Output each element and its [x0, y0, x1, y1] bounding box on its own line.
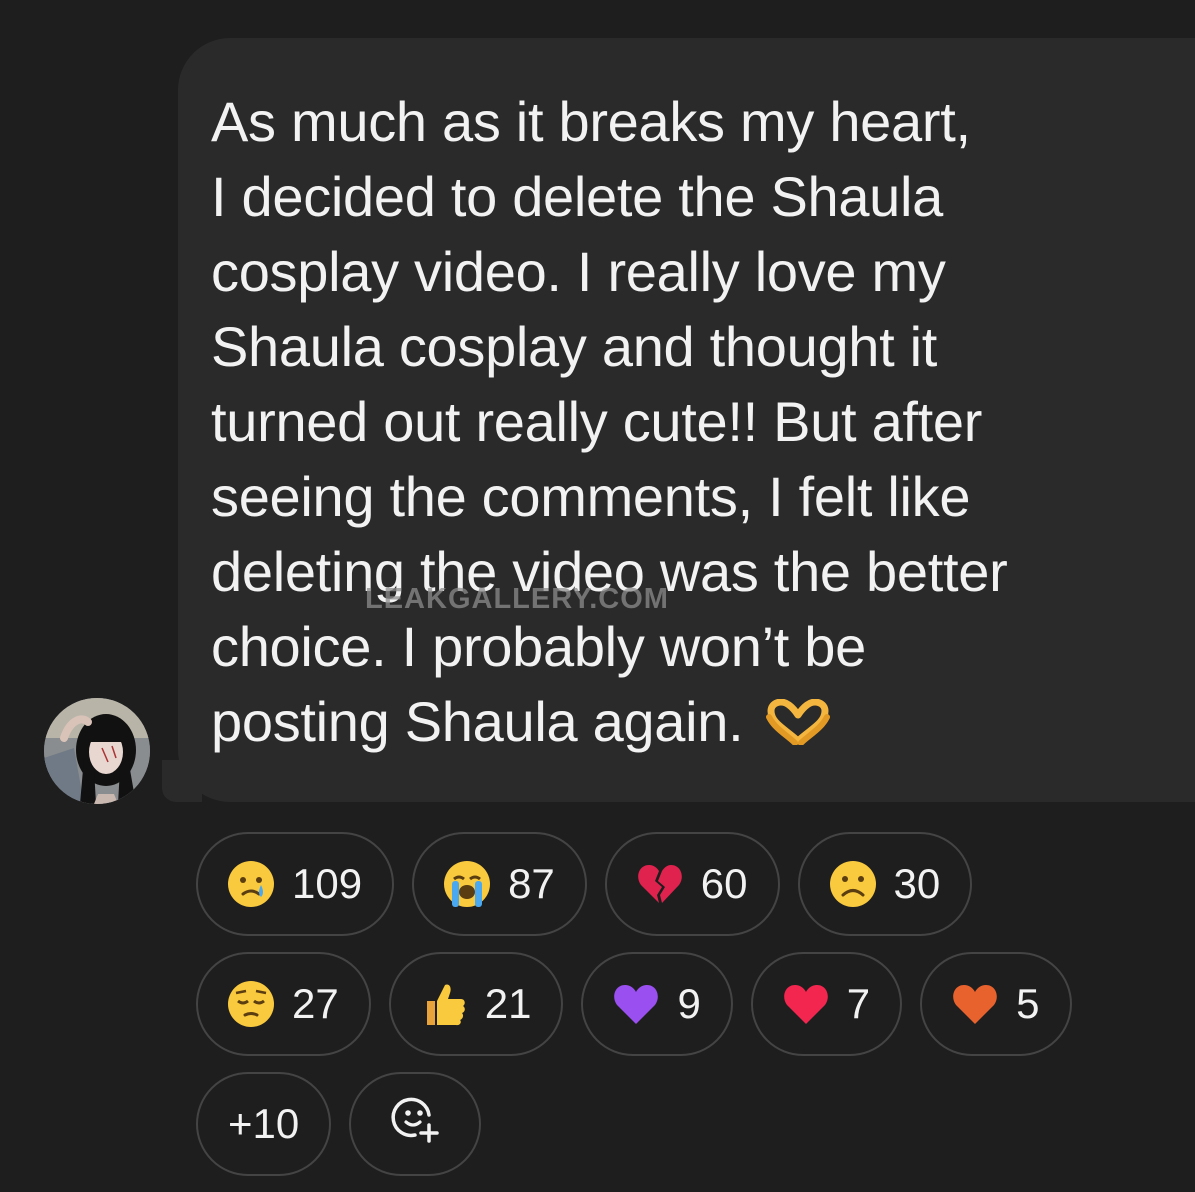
crying-face-icon — [226, 859, 276, 909]
reaction-orange-heart[interactable]: 5 — [920, 952, 1072, 1056]
reaction-crying-face[interactable]: 109 — [196, 832, 395, 936]
message-text: As much as it breaks my heart, I decided… — [211, 84, 1171, 763]
pensive-face-icon — [226, 979, 276, 1029]
reaction-loudly-crying-face[interactable]: 87 — [412, 832, 587, 936]
reaction-count: 7 — [846, 980, 871, 1027]
red-heart-icon — [781, 979, 831, 1029]
more-reactions-count: +10 — [228, 1100, 300, 1147]
reactions-row-1: 109 87 60 30 — [196, 832, 1156, 936]
reaction-thumbs-up[interactable]: 21 — [388, 952, 564, 1056]
reaction-count: 5 — [1016, 980, 1040, 1027]
message-body: As much as it breaks my heart, I decided… — [211, 90, 1008, 753]
orange-heart-icon — [950, 979, 1000, 1029]
add-reaction-icon — [389, 1093, 441, 1155]
loudly-crying-face-icon — [442, 859, 492, 909]
reactions-row-3: +10 — [196, 1072, 1156, 1176]
reactions-row-2: 27 21 9 7 5 — [196, 952, 1156, 1056]
reaction-count: 21 — [484, 980, 532, 1027]
message-bubble-tail — [162, 760, 202, 802]
reactions-bar: 109 87 60 30 27 21 9 7 5 +10 — [196, 832, 1156, 1192]
purple-heart-icon — [611, 979, 661, 1029]
reaction-count: 87 — [508, 860, 555, 907]
reaction-count: 27 — [292, 980, 339, 1027]
avatar[interactable] — [44, 698, 150, 804]
reaction-frowning-face[interactable]: 30 — [797, 832, 973, 936]
add-reaction-button[interactable] — [349, 1072, 482, 1176]
reaction-count: 9 — [677, 980, 701, 1027]
broken-heart-icon — [635, 859, 685, 909]
reaction-count: 30 — [893, 860, 941, 907]
heart-hands-emoji-icon — [765, 688, 831, 763]
more-reactions-button[interactable]: +10 — [196, 1072, 332, 1176]
reaction-purple-heart[interactable]: 9 — [581, 952, 733, 1056]
message-screen: As much as it breaks my heart, I decided… — [0, 0, 1195, 1192]
reaction-broken-heart[interactable]: 60 — [604, 832, 780, 936]
frowning-face-icon — [828, 859, 878, 909]
user-avatar-photo-icon — [44, 698, 150, 804]
reaction-count: 109 — [292, 860, 363, 907]
reaction-pensive-face[interactable]: 27 — [196, 952, 371, 1056]
thumbs-up-icon — [419, 979, 469, 1029]
reaction-count: 60 — [700, 860, 748, 907]
reaction-red-heart[interactable]: 7 — [750, 952, 903, 1056]
